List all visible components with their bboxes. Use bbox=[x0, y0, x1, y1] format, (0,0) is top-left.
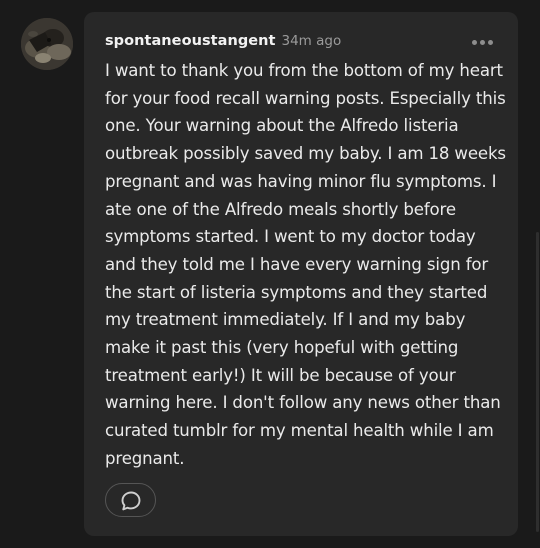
username-link[interactable]: spontaneoustangent bbox=[105, 33, 276, 49]
timestamp: 34m ago bbox=[281, 33, 342, 49]
reply-card: spontaneoustangent 34m ago I want to than… bbox=[84, 12, 518, 536]
more-options-button[interactable] bbox=[472, 38, 496, 48]
avatar[interactable] bbox=[21, 18, 73, 70]
reply-button[interactable] bbox=[105, 483, 156, 517]
reply-header: spontaneoustangent 34m ago bbox=[105, 30, 341, 51]
dog-avatar-icon bbox=[21, 18, 73, 70]
scrollbar[interactable] bbox=[536, 232, 539, 532]
speech-bubble-icon bbox=[121, 491, 141, 511]
reply-text: I want to thank you from the bottom of m… bbox=[105, 61, 506, 468]
